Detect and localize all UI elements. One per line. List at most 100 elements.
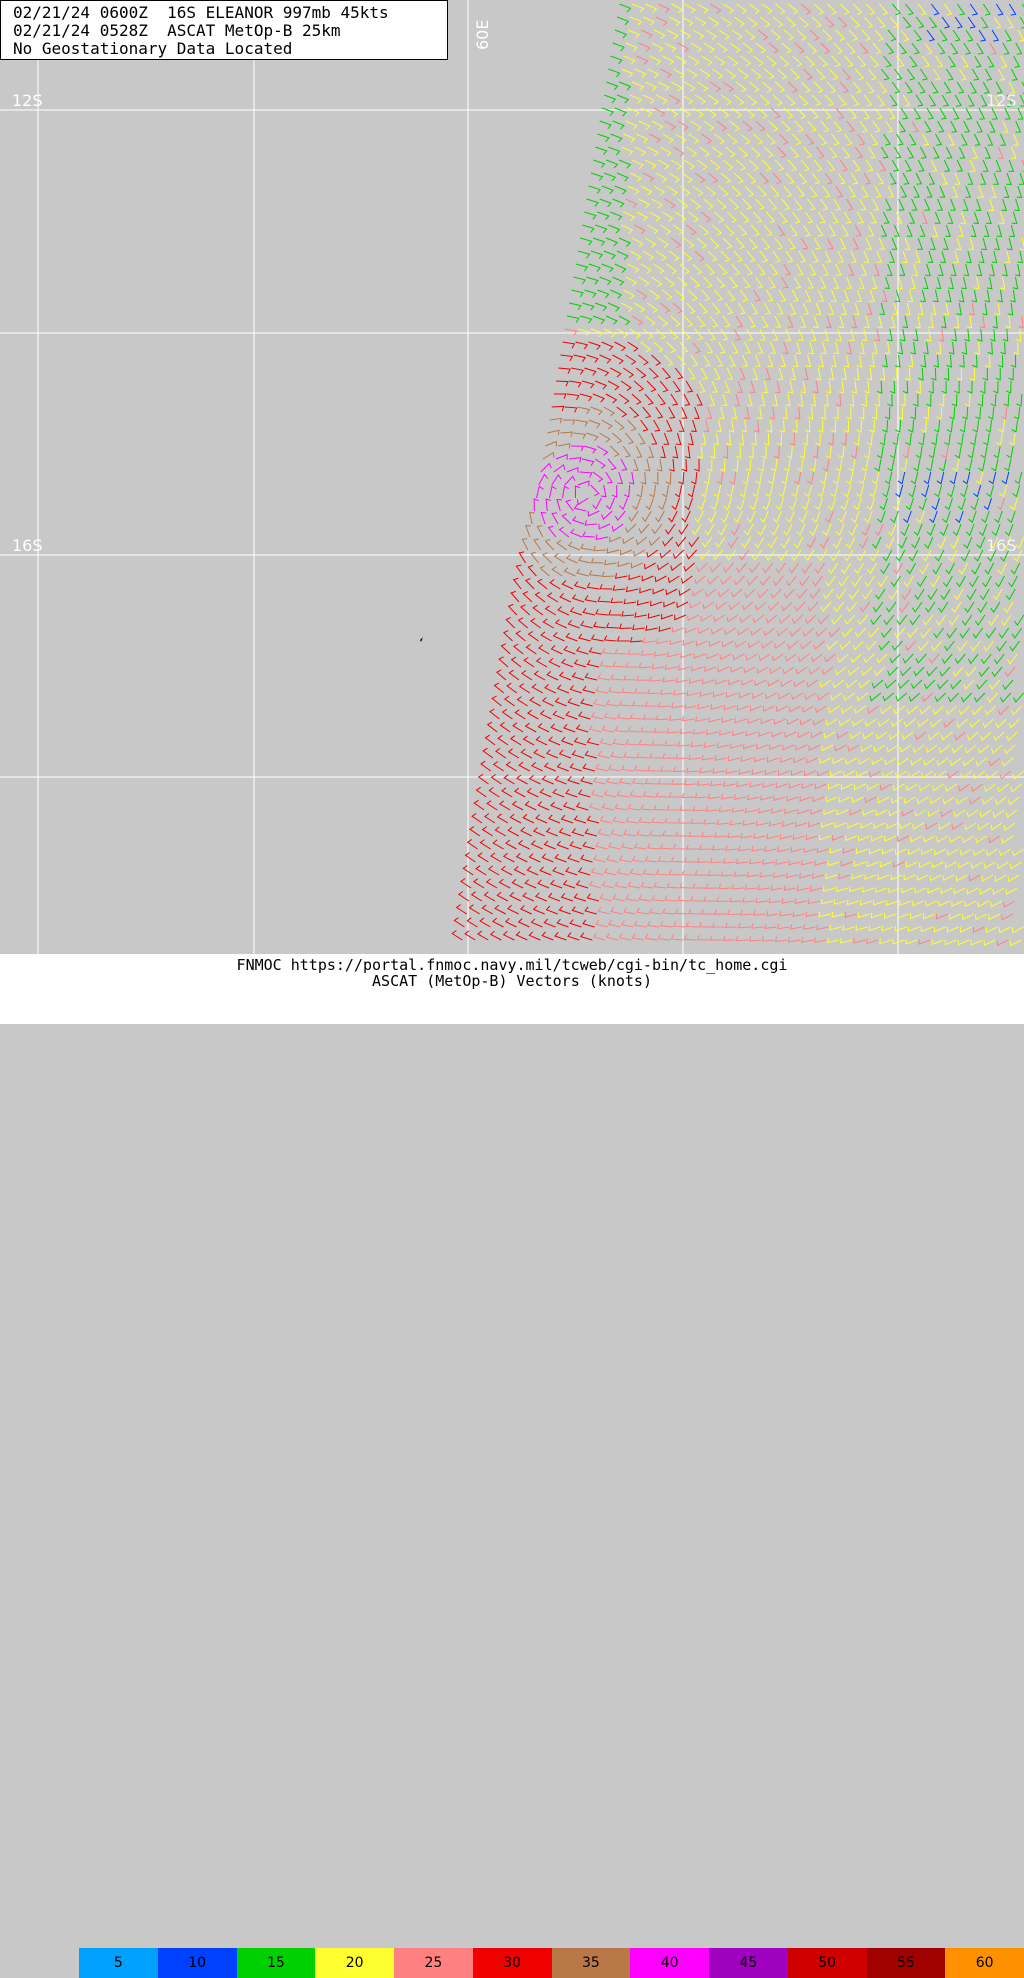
wind-barb bbox=[727, 211, 737, 223]
wind-barb bbox=[507, 603, 518, 616]
wind-barb bbox=[906, 146, 915, 159]
wind-barb bbox=[1008, 159, 1015, 172]
wind-barb bbox=[948, 55, 957, 68]
wind-barb bbox=[720, 575, 732, 586]
wind-barb bbox=[966, 588, 977, 601]
wind-barb bbox=[994, 302, 1001, 316]
wind-barb bbox=[586, 815, 600, 824]
wind-barb bbox=[869, 770, 881, 778]
wind-barb bbox=[904, 718, 916, 728]
wind-barb bbox=[755, 820, 769, 827]
wind-barb bbox=[580, 776, 593, 785]
wind-barb bbox=[851, 510, 860, 524]
wind-barb bbox=[854, 146, 864, 159]
wind-barb bbox=[897, 757, 910, 766]
wind-barb bbox=[1013, 133, 1019, 146]
wind-barb bbox=[584, 906, 597, 915]
wind-barb bbox=[562, 419, 576, 425]
wind-barb bbox=[941, 445, 949, 459]
wind-barb bbox=[923, 471, 932, 485]
wind-barb bbox=[974, 55, 982, 68]
wind-barb bbox=[930, 237, 936, 250]
wind-barb bbox=[697, 703, 710, 710]
wind-barb bbox=[571, 750, 585, 759]
wind-barb bbox=[713, 909, 727, 915]
wind-barb bbox=[464, 852, 476, 863]
wind-barb bbox=[597, 673, 611, 681]
wind-barb bbox=[1006, 653, 1018, 665]
wind-barb bbox=[960, 692, 973, 703]
wind-barb bbox=[832, 471, 841, 485]
wind-barb bbox=[783, 185, 793, 198]
wind-barb bbox=[755, 471, 763, 485]
wind-barb bbox=[629, 328, 641, 339]
wind-barb bbox=[913, 666, 925, 677]
wind-barb bbox=[837, 16, 848, 28]
wind-barb bbox=[928, 94, 937, 107]
wind-barb bbox=[777, 367, 784, 381]
wind-barb bbox=[565, 632, 578, 642]
wind-barb bbox=[807, 601, 819, 612]
wind-barb bbox=[956, 718, 968, 728]
wind-barb bbox=[889, 94, 898, 107]
wind-barb bbox=[1001, 198, 1008, 211]
wind-barb bbox=[703, 198, 714, 210]
wind-barb bbox=[1000, 614, 1012, 626]
wind-barb bbox=[937, 120, 945, 133]
wind-barb bbox=[788, 562, 800, 574]
wind-barb bbox=[578, 555, 591, 564]
wind-barb bbox=[988, 835, 1001, 844]
wind-barb bbox=[731, 807, 745, 813]
wind-barb bbox=[810, 731, 823, 739]
wind-barb bbox=[783, 29, 794, 41]
wind-barb bbox=[659, 843, 673, 850]
wind-barb bbox=[699, 146, 710, 158]
wind-barb bbox=[549, 579, 561, 590]
wind-barb bbox=[974, 341, 981, 355]
wind-barb bbox=[714, 55, 726, 66]
wind-barb bbox=[814, 783, 827, 790]
wind-barb bbox=[653, 804, 667, 811]
wind-barb bbox=[904, 302, 911, 316]
wind-barb bbox=[970, 432, 977, 446]
wind-barb bbox=[652, 588, 665, 595]
wind-barb bbox=[892, 938, 905, 945]
wind-barb bbox=[740, 910, 753, 916]
wind-barb bbox=[799, 575, 810, 587]
wind-barb bbox=[998, 419, 1006, 433]
wind-barb bbox=[884, 757, 897, 766]
wind-barb bbox=[975, 913, 987, 921]
wind-barb bbox=[618, 700, 632, 707]
wind-barb bbox=[688, 831, 701, 837]
wind-barb bbox=[840, 432, 847, 446]
wind-barb bbox=[725, 692, 738, 698]
wind-barb bbox=[610, 211, 623, 221]
wind-barb bbox=[750, 302, 759, 315]
wind-barb bbox=[518, 761, 530, 772]
wind-barb bbox=[964, 601, 975, 613]
wind-barb bbox=[773, 795, 786, 802]
wind-barb bbox=[968, 510, 977, 524]
wind-barb bbox=[716, 742, 730, 749]
wind-barb bbox=[785, 172, 795, 185]
wind-barb bbox=[813, 640, 825, 650]
wind-barb bbox=[766, 910, 779, 917]
wind-barb bbox=[915, 172, 923, 185]
wind-barb bbox=[714, 289, 724, 302]
wind-barb bbox=[814, 562, 826, 574]
wind-barb bbox=[956, 159, 963, 172]
wind-barb bbox=[794, 601, 806, 612]
wind-barb bbox=[971, 146, 979, 159]
wind-barb bbox=[679, 107, 692, 118]
wind-barb bbox=[724, 146, 736, 158]
wind-barb bbox=[651, 740, 665, 746]
wind-barb bbox=[509, 735, 522, 746]
wind-barb bbox=[768, 820, 782, 827]
wind-barb bbox=[1011, 419, 1019, 433]
wind-barb bbox=[831, 835, 844, 841]
wind-barb bbox=[953, 315, 960, 329]
wind-barb bbox=[535, 657, 548, 668]
wind-barb bbox=[808, 821, 821, 828]
wind-barb bbox=[623, 752, 636, 759]
wind-barb bbox=[623, 211, 636, 221]
